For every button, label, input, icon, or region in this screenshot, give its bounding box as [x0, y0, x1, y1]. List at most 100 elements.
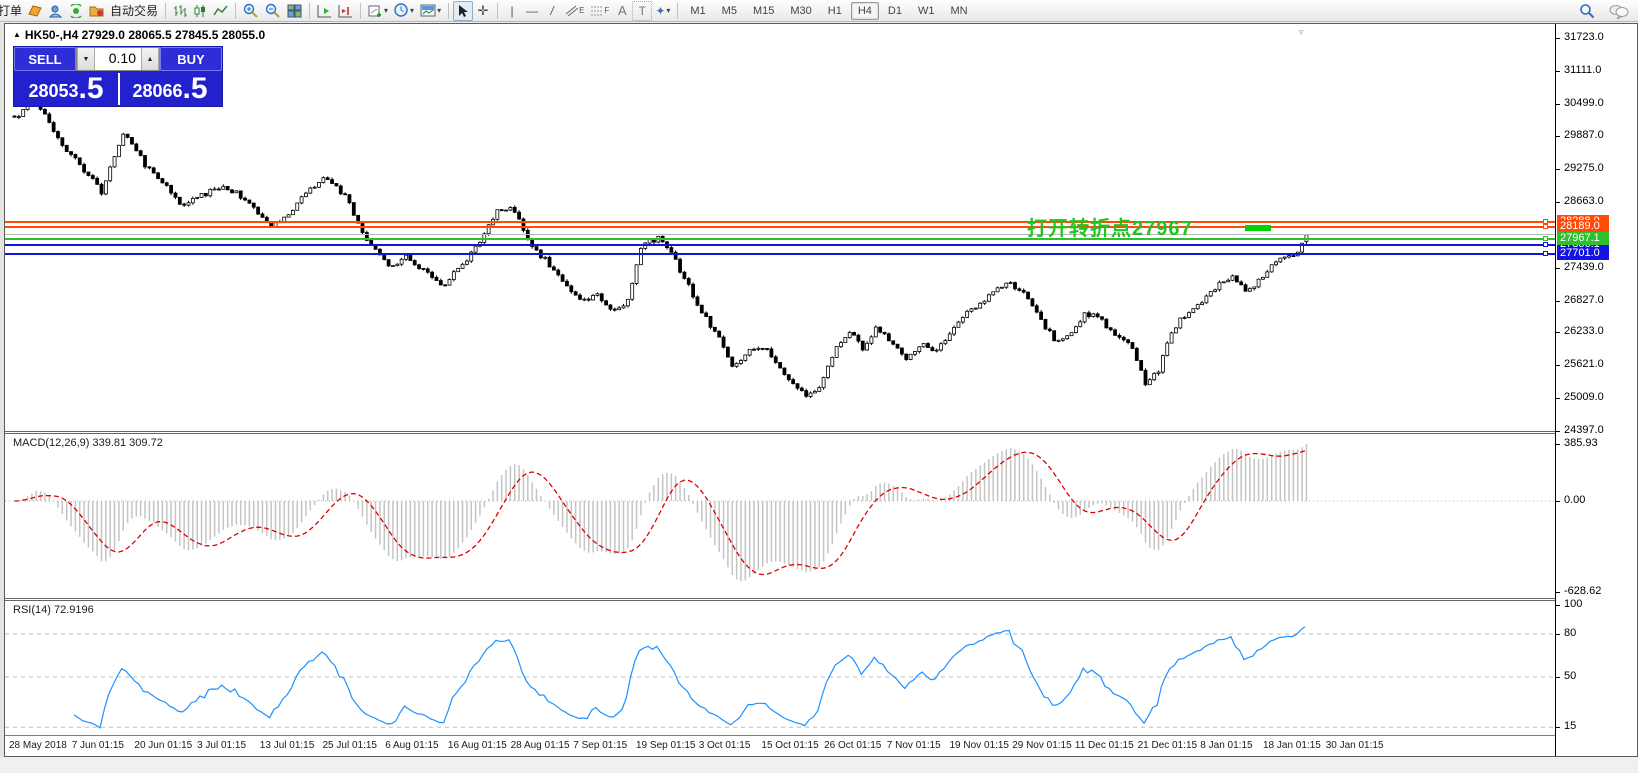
time-tick-label: 28 Aug 01:15: [511, 740, 570, 751]
new-order-button[interactable]: 打单: [0, 1, 25, 21]
zoom-out-icon[interactable]: [262, 1, 284, 21]
bar-chart-icon[interactable]: [170, 1, 190, 21]
timeframe-h4[interactable]: H4: [851, 2, 879, 20]
timeframe-toolbar: M1M5M15M30H1H4D1W1MN: [682, 2, 975, 20]
line-handle[interactable]: [1543, 236, 1548, 241]
cursor-tool[interactable]: [453, 1, 473, 21]
crosshair-icon: ✛: [478, 3, 489, 19]
collapse-icon[interactable]: ▲: [13, 30, 21, 39]
chevron-down-icon: ▾: [666, 6, 670, 15]
chevron-down-icon: ▾: [437, 6, 441, 15]
line-handle[interactable]: [1543, 242, 1548, 247]
main-toolbar: 打单 自动交易 ▾ ▾: [0, 0, 1638, 22]
sell-price[interactable]: 28053.5: [14, 71, 118, 106]
templates-button[interactable]: ▾: [417, 1, 444, 21]
fibonacci-tool[interactable]: F: [587, 1, 612, 21]
line-handle[interactable]: [1543, 224, 1548, 229]
new-order-label: 打单: [0, 2, 22, 19]
crosshair-tool[interactable]: ✛: [473, 1, 493, 21]
timeframe-w1[interactable]: W1: [911, 2, 942, 20]
time-tick-label: 19 Nov 01:15: [950, 740, 1010, 751]
volume-input[interactable]: 0.10: [95, 48, 141, 70]
axis-tick-mark: [1556, 431, 1560, 432]
rsi-tick-label: 80: [1564, 627, 1576, 640]
chart-shift-icon[interactable]: [335, 1, 356, 21]
signals-icon[interactable]: [66, 1, 86, 21]
macd-indicator-label: MACD(12,26,9) 339.81 309.72: [13, 437, 163, 449]
price-tick-label: 26233.0: [1564, 325, 1604, 338]
price-tick-label: 29887.0: [1564, 129, 1604, 142]
timeframe-m15[interactable]: M15: [746, 2, 781, 20]
vertical-line-tool[interactable]: |: [502, 1, 522, 21]
line-handle[interactable]: [1543, 219, 1548, 224]
price-tick-label: 24397.0: [1564, 424, 1604, 437]
horizontal-level-line[interactable]: [5, 244, 1555, 246]
quotes-icon[interactable]: [25, 1, 45, 21]
tile-windows-icon[interactable]: [284, 1, 305, 21]
time-tick-label: 7 Jun 01:15: [72, 740, 124, 751]
timeframe-h1[interactable]: H1: [821, 2, 849, 20]
price-tick-label: 29275.0: [1564, 162, 1604, 175]
buy-button[interactable]: BUY: [160, 47, 222, 71]
horizontal-level-line[interactable]: [5, 253, 1555, 255]
label-tool[interactable]: T: [632, 1, 652, 21]
auto-trading-button[interactable]: 自动交易: [107, 1, 161, 21]
market-icon[interactable]: [86, 1, 107, 21]
timeframe-m1[interactable]: M1: [683, 2, 712, 20]
text-tool[interactable]: A: [612, 1, 632, 21]
pivot-annotation-text[interactable]: 打开转折点27967: [1027, 212, 1193, 241]
one-click-trading-panel: SELL ▼ 0.10 ▲ BUY 28053.5 28066.5: [13, 46, 223, 107]
time-tick-label: 25 Jul 01:15: [323, 740, 378, 751]
level-price-label: 27967.1: [1557, 232, 1609, 245]
time-tick-label: 7 Nov 01:15: [887, 740, 941, 751]
macd-tick-label: 0.00: [1564, 494, 1585, 507]
volume-increase-button[interactable]: ▲: [141, 48, 159, 70]
chart-title: ▲HK50-,H4 27929.0 28065.5 27845.5 28055.…: [13, 28, 265, 42]
horizontal-level-line[interactable]: [5, 226, 1555, 228]
time-tick-label: 11 Dec 01:15: [1075, 740, 1134, 751]
fibo-letter: F: [604, 6, 609, 15]
horizontal-level-line[interactable]: [5, 238, 1555, 240]
search-icon[interactable]: [1576, 1, 1598, 21]
axis-tick-mark: [1556, 301, 1560, 302]
panel-splitter[interactable]: [5, 598, 1638, 601]
line-chart-icon[interactable]: [210, 1, 231, 21]
price-tick-label: 25009.0: [1564, 391, 1604, 404]
toolbar-separator: [677, 3, 678, 19]
toolbar-separator: [235, 3, 236, 19]
timeframe-d1[interactable]: D1: [881, 2, 909, 20]
chart-window: ▲HK50-,H4 27929.0 28065.5 27845.5 28055.…: [4, 23, 1638, 757]
horizontal-line-tool[interactable]: —: [522, 1, 542, 21]
trendline-tool[interactable]: /: [542, 1, 562, 21]
horizontal-level-line[interactable]: [5, 234, 1555, 235]
level-price-label: 27701.0: [1557, 247, 1609, 260]
timeframe-m30[interactable]: M30: [783, 2, 818, 20]
horizontal-level-line[interactable]: [5, 221, 1555, 223]
chat-icon[interactable]: [1606, 1, 1632, 21]
auto-scroll-icon[interactable]: [314, 1, 335, 21]
time-tick-label: 6 Aug 01:15: [385, 740, 438, 751]
arrows-icon: ✦: [655, 4, 665, 18]
price-tick-label: 31723.0: [1564, 31, 1604, 44]
candlestick-chart-icon[interactable]: [190, 1, 210, 21]
chart-shift-marker[interactable]: ▿: [1299, 27, 1304, 38]
axis-tick-mark: [1556, 332, 1560, 333]
panel-splitter[interactable]: [5, 431, 1638, 434]
zoom-in-icon[interactable]: [240, 1, 262, 21]
axis-tick-mark: [1556, 169, 1560, 170]
volume-decrease-button[interactable]: ▼: [77, 48, 95, 70]
sell-button[interactable]: SELL: [14, 47, 76, 71]
arrows-tool[interactable]: ✦ ▾: [652, 1, 673, 21]
macd-tick-label: 385.93: [1564, 437, 1598, 450]
timeframe-m5[interactable]: M5: [715, 2, 744, 20]
timeframe-mn[interactable]: MN: [943, 2, 974, 20]
periods-button[interactable]: ▾: [391, 1, 417, 21]
line-handle[interactable]: [1543, 251, 1548, 256]
new-chart-button[interactable]: ▾: [365, 1, 391, 21]
buy-price[interactable]: 28066.5: [118, 71, 222, 106]
toolbar-separator: [309, 3, 310, 19]
axis-tick-mark: [1556, 38, 1560, 39]
community-icon[interactable]: [45, 1, 66, 21]
equidistant-channel-tool[interactable]: E: [562, 1, 587, 21]
green-line-marker[interactable]: [1245, 225, 1271, 231]
